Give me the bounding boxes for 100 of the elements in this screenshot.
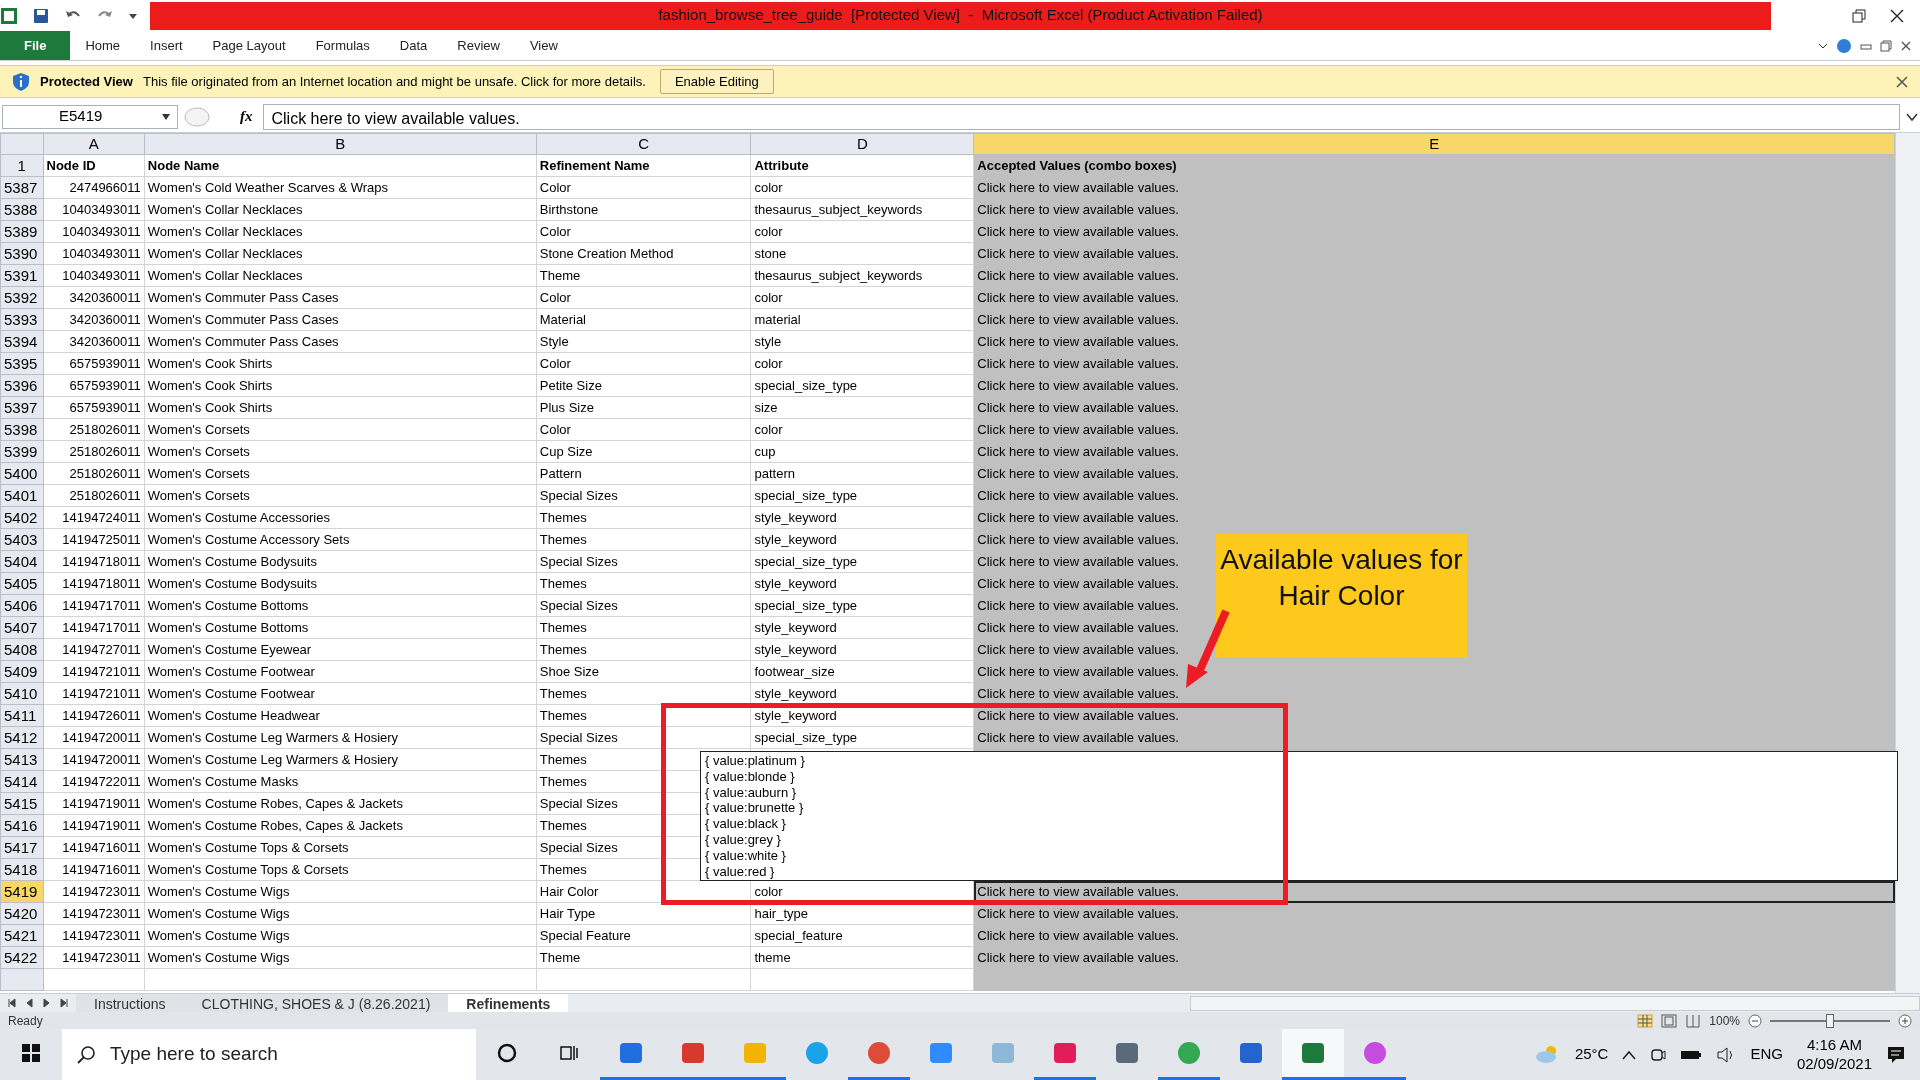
sheet-tab[interactable]: CLOTHING, SHOES & J (8.26.2021)	[183, 993, 449, 1013]
row-header[interactable]: 5406	[0, 594, 44, 617]
task-view-icon[interactable]	[559, 1043, 579, 1063]
formula-field[interactable]: Click here to view available values.	[262, 103, 1900, 130]
combo-box-text[interactable]: Click here to view available values.	[977, 685, 1179, 701]
combo-box-text[interactable]: Click here to view available values.	[977, 311, 1179, 327]
row-header[interactable]: 5422	[0, 946, 44, 969]
restore-icon[interactable]	[1852, 8, 1866, 23]
row-header[interactable]: 5403	[0, 528, 44, 551]
combo-box-text[interactable]: Click here to view available values.	[977, 707, 1179, 723]
combo-box-text[interactable]: Click here to view available values.	[977, 289, 1179, 305]
combo-box-text[interactable]: Click here to view available values.	[977, 641, 1179, 657]
row-header[interactable]: 5402	[0, 506, 44, 529]
combo-box-text[interactable]: Click here to view available values.	[977, 597, 1179, 613]
row-header[interactable]: 5413	[0, 748, 44, 771]
help-icon[interactable]	[1836, 37, 1852, 54]
row-header[interactable]: 5394	[0, 330, 44, 353]
row-header[interactable]: 5389	[0, 220, 44, 243]
ribbon-tab[interactable]: Formulas	[300, 31, 385, 60]
combo-box-text[interactable]: Click here to view available values.	[977, 927, 1179, 943]
row-header[interactable]: 5418	[0, 858, 44, 881]
combo-box-text[interactable]: Click here to view available values.	[977, 729, 1179, 745]
combo-box-text[interactable]: Click here to view available values.	[977, 531, 1179, 547]
row-header[interactable]: 5393	[0, 308, 44, 331]
row-header[interactable]: 5398	[0, 418, 44, 441]
warning-message[interactable]: This file originated from an Internet location and might be unsafe. Click for more details.	[142, 71, 646, 92]
column-header[interactable]: E	[973, 133, 1895, 155]
ribbon-tab[interactable]: Page Layout	[197, 31, 301, 60]
search-field[interactable]: Type here to search	[62, 1029, 476, 1080]
row-header[interactable]: 5416	[0, 814, 44, 837]
row-header[interactable]: 5404	[0, 550, 44, 573]
enable-editing-button[interactable]: Enable Editing	[659, 68, 774, 95]
row-header[interactable]: 5407	[0, 616, 44, 639]
name-box[interactable]: E5419	[2, 104, 178, 129]
combo-box-text[interactable]: Click here to view available values.	[977, 179, 1179, 195]
row-header[interactable]: 5414	[0, 770, 44, 793]
combo-box-text[interactable]: Click here to view available values.	[977, 421, 1179, 437]
row-header[interactable]: 5405	[0, 572, 44, 595]
caret-icon[interactable]	[1906, 111, 1918, 122]
combo-box-text[interactable]: Click here to view available values.	[977, 377, 1179, 393]
row-header[interactable]: 5415	[0, 792, 44, 815]
combo-box-text[interactable]: Click here to view available values.	[977, 487, 1179, 503]
row-header[interactable]: 5421	[0, 924, 44, 947]
column-header[interactable]: A	[43, 133, 145, 155]
combo-box-text[interactable]: Click here to view available values.	[977, 245, 1179, 261]
combo-box-text[interactable]: Click here to view available values.	[977, 905, 1179, 921]
combo-box-text[interactable]: Click here to view available values.	[977, 949, 1179, 965]
ribbon-tab[interactable]: Home	[70, 31, 136, 60]
combo-box-text[interactable]: Click here to view available values.	[977, 201, 1179, 217]
row-header[interactable]: 5399	[0, 440, 44, 463]
combo-box-text[interactable]: Click here to view available values.	[977, 619, 1179, 635]
close-icon[interactable]	[1890, 8, 1904, 23]
combo-box-text[interactable]: Click here to view available values.	[977, 553, 1179, 569]
column-header[interactable]: B	[144, 133, 537, 155]
grid-view-icon[interactable]	[1637, 1013, 1654, 1028]
row-header[interactable]: 5411	[0, 704, 44, 727]
row-header[interactable]: 5420	[0, 902, 44, 925]
combo-box-text[interactable]: Click here to view available values.	[977, 333, 1179, 349]
combo-box-text[interactable]: Click here to view available values.	[977, 355, 1179, 371]
temperature[interactable]: 25°C	[1574, 1043, 1609, 1066]
chevron-up-icon[interactable]	[1622, 1049, 1637, 1060]
row-header[interactable]: 5400	[0, 462, 44, 485]
ribbon-tab[interactable]: Insert	[135, 31, 198, 60]
clock-date[interactable]: 02/09/2021	[1796, 1054, 1872, 1074]
notification-icon[interactable]	[1886, 1044, 1906, 1065]
row-header[interactable]: 1	[0, 154, 44, 177]
column-header[interactable]: C	[536, 133, 751, 155]
combo-box-text[interactable]: Click here to view available values.	[977, 399, 1179, 415]
clock-time[interactable]: 4:16 AM	[1806, 1035, 1862, 1055]
windows-logo-icon[interactable]	[21, 1043, 41, 1063]
combo-box-text[interactable]: Click here to view available values.	[977, 575, 1179, 591]
zoom-out-icon[interactable]	[1748, 1013, 1762, 1028]
row-header[interactable]: 5388	[0, 198, 44, 221]
row-header[interactable]: 5395	[0, 352, 44, 375]
zoom-in-icon[interactable]	[1898, 1013, 1912, 1028]
sheet-nav-icon[interactable]	[8, 998, 17, 1008]
sheet-tab[interactable]: Instructions	[76, 993, 184, 1013]
zoom-level[interactable]: 100%	[1709, 1011, 1740, 1030]
combo-box-text[interactable]: Click here to view available values.	[977, 509, 1179, 525]
close-icon[interactable]	[1900, 39, 1912, 52]
row-header[interactable]: 5387	[0, 176, 44, 199]
close-icon[interactable]	[1896, 75, 1908, 88]
row-header[interactable]: 5412	[0, 726, 44, 749]
row-header[interactable]: 5408	[0, 638, 44, 661]
combo-box-text[interactable]: Click here to view available values.	[977, 443, 1179, 459]
save-icon[interactable]	[32, 6, 50, 25]
language-indicator[interactable]: ENG	[1750, 1043, 1783, 1066]
row-header[interactable]: 5410	[0, 682, 44, 705]
column-header[interactable]: D	[751, 133, 974, 155]
caret-icon[interactable]	[161, 112, 171, 121]
row-header[interactable]: 5397	[0, 396, 44, 419]
row-header[interactable]: 5401	[0, 484, 44, 507]
vertical-scrollbar[interactable]	[1895, 133, 1920, 993]
row-header[interactable]: 5390	[0, 242, 44, 265]
horizontal-scrollbar[interactable]	[1190, 995, 1920, 1011]
row-header[interactable]: 5391	[0, 264, 44, 287]
combo-box-text[interactable]: Click here to view available values.	[977, 663, 1179, 679]
function-label[interactable]: fx	[240, 105, 253, 128]
ribbon-tab[interactable]: Data	[384, 31, 443, 60]
row-header[interactable]: 5392	[0, 286, 44, 309]
